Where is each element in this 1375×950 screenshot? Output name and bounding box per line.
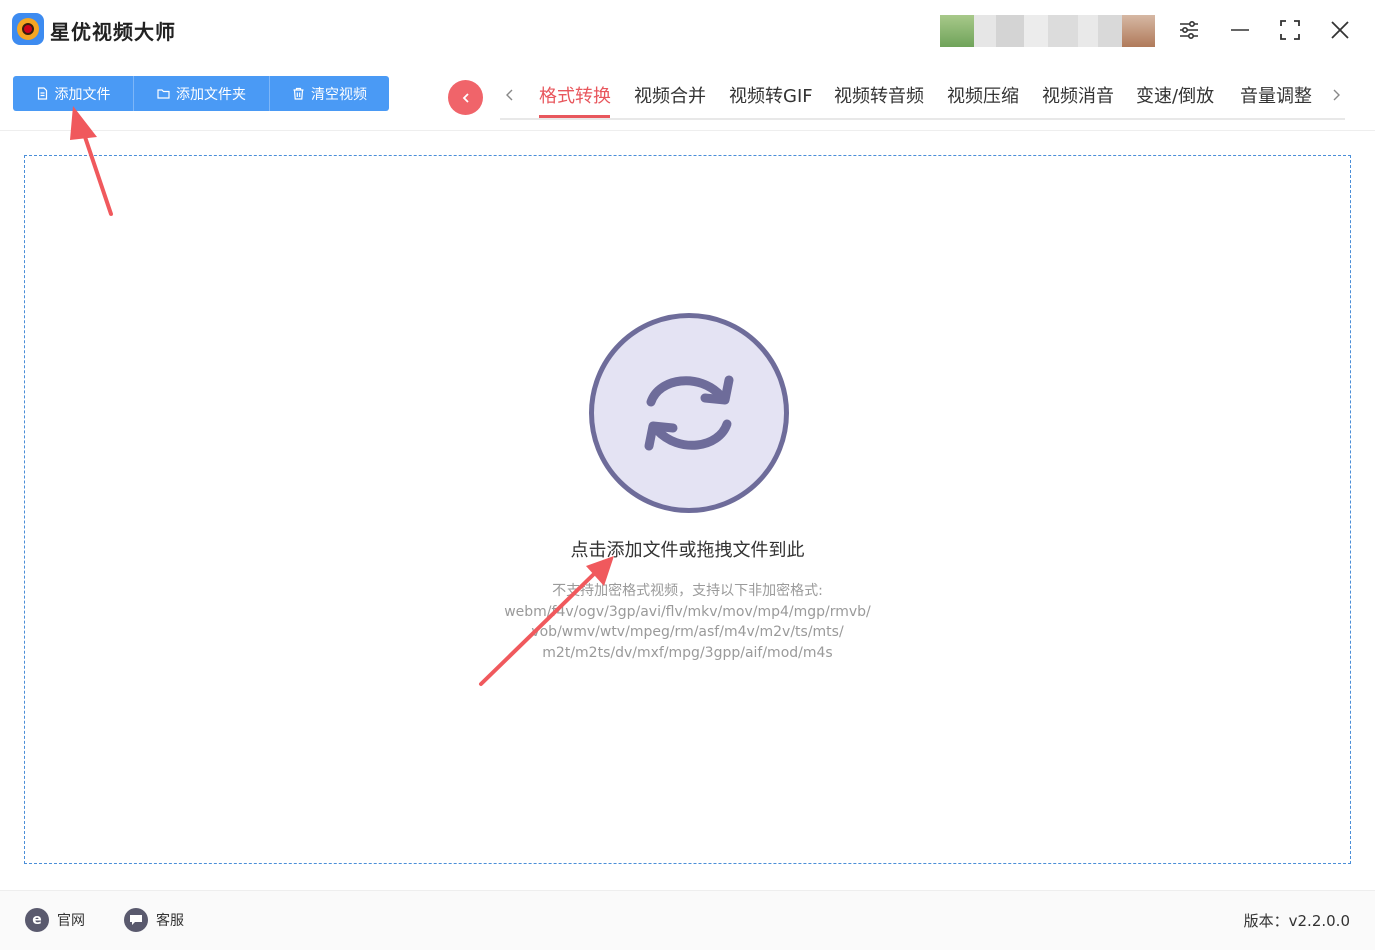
supported-formats-line: 不支持加密格式视频，支持以下非加密格式: xyxy=(552,583,823,599)
tab-format-convert[interactable]: 格式转换 xyxy=(539,82,611,108)
app-window: 星优视频大师 添加文件 添加文件夹 清空视频 格式转换 视频合并 视频转GIF … xyxy=(0,0,1375,950)
header-divider xyxy=(0,130,1375,131)
tab-video-mute[interactable]: 视频消音 xyxy=(1042,82,1114,108)
title-bar: 星优视频大师 xyxy=(0,0,1375,60)
sliders-icon[interactable] xyxy=(1175,16,1203,44)
add-folder-label: 添加文件夹 xyxy=(176,86,246,103)
minimize-icon[interactable] xyxy=(1226,16,1254,44)
tabs-scroll-left-icon[interactable] xyxy=(502,84,518,106)
supported-formats-line: vob/wmv/wtv/mpeg/rm/asf/m4v/m2v/ts/mts/ xyxy=(531,624,844,640)
tab-speed-reverse[interactable]: 变速/倒放 xyxy=(1136,82,1214,108)
version-text: 版本：v2.2.0.0 xyxy=(1243,912,1350,930)
add-file-button[interactable]: 添加文件 xyxy=(13,76,134,111)
refresh-icon xyxy=(589,313,789,513)
tab-video-to-audio[interactable]: 视频转音频 xyxy=(834,82,924,108)
collapse-back-button[interactable] xyxy=(448,80,483,115)
trash-icon xyxy=(293,87,304,100)
supported-formats-text: 不支持加密格式视频，支持以下非加密格式: webm/f4v/ogv/3gp/av… xyxy=(25,581,1350,663)
user-avatar-blurred[interactable] xyxy=(940,15,1155,47)
app-title: 星优视频大师 xyxy=(50,20,176,44)
clear-videos-label: 清空视频 xyxy=(311,86,367,103)
add-file-label: 添加文件 xyxy=(54,86,111,103)
app-logo-icon xyxy=(12,13,44,45)
support-label: 客服 xyxy=(156,913,184,929)
fullscreen-icon[interactable] xyxy=(1276,16,1304,44)
folder-icon xyxy=(157,89,170,99)
file-drop-zone[interactable]: 点击添加文件或拖拽文件到此 不支持加密格式视频，支持以下非加密格式: webm/… xyxy=(24,155,1351,864)
supported-formats-line: webm/f4v/ogv/3gp/avi/flv/mkv/mov/mp4/mgp… xyxy=(504,603,871,620)
website-link[interactable]: e 官网 xyxy=(25,908,85,932)
chevron-left-icon xyxy=(462,92,469,103)
feature-tabs: 格式转换 视频合并 视频转GIF 视频转音频 视频压缩 视频消音 变速/倒放 音… xyxy=(500,76,1345,120)
tab-video-merge[interactable]: 视频合并 xyxy=(634,82,706,108)
close-icon[interactable] xyxy=(1326,16,1354,44)
supported-formats-line: m2t/m2ts/dv/mxf/mpg/3gpp/aif/mod/m4s xyxy=(542,644,833,661)
toolbar-button-group: 添加文件 添加文件夹 清空视频 xyxy=(13,76,389,111)
tab-video-compress[interactable]: 视频压缩 xyxy=(947,82,1019,108)
active-tab-indicator xyxy=(539,115,610,118)
add-folder-button[interactable]: 添加文件夹 xyxy=(134,76,270,111)
footer-bar: e 官网 客服 版本：v2.2.0.0 xyxy=(0,890,1375,950)
drop-zone-hint: 点击添加文件或拖拽文件到此 xyxy=(570,540,805,561)
tabs-scroll-right-icon[interactable] xyxy=(1328,84,1344,106)
file-icon xyxy=(37,87,47,100)
clear-videos-button[interactable]: 清空视频 xyxy=(270,76,389,111)
tab-volume-adjust[interactable]: 音量调整 xyxy=(1240,82,1312,108)
browser-e-icon: e xyxy=(25,908,49,932)
support-link[interactable]: 客服 xyxy=(124,908,184,932)
tab-video-to-gif[interactable]: 视频转GIF xyxy=(729,82,813,108)
chat-bubble-icon xyxy=(124,908,148,932)
website-label: 官网 xyxy=(57,913,85,929)
